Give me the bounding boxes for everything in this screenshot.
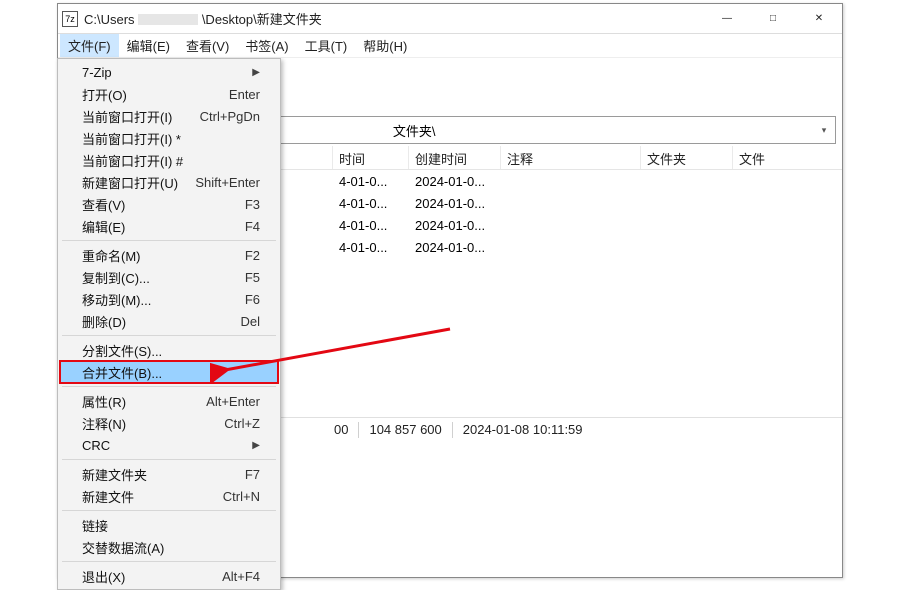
menu-newfile[interactable]: 新建文件 Ctrl+N	[60, 485, 278, 507]
menu-separator	[62, 510, 276, 511]
title-path-prefix: C:\Users	[84, 12, 135, 27]
col-modified[interactable]: 时间	[333, 146, 409, 169]
menu-separator	[62, 386, 276, 387]
menu-copyto[interactable]: 复制到(C)... F5	[60, 266, 278, 288]
cell-mod: 4-01-0...	[333, 218, 409, 233]
col-created[interactable]: 创建时间	[409, 146, 501, 169]
menu-edit[interactable]: 编辑(E)	[119, 34, 178, 57]
path-dropdown-button[interactable]: ▾	[815, 119, 833, 141]
menu-properties[interactable]: 属性(R) Alt+Enter	[60, 390, 278, 412]
menu-open-new[interactable]: 新建窗口打开(U) Shift+Enter	[60, 171, 278, 193]
menu-open-here-hash[interactable]: 当前窗口打开(I) #	[60, 149, 278, 171]
cell-create: 2024-01-0...	[409, 240, 501, 255]
menu-view[interactable]: 查看(V)	[178, 34, 237, 57]
menu-exit[interactable]: 退出(X) Alt+F4	[60, 565, 278, 587]
menu-open-here-star[interactable]: 当前窗口打开(I) *	[60, 127, 278, 149]
menu-comment[interactable]: 注释(N) Ctrl+Z	[60, 412, 278, 434]
cell-create: 2024-01-0...	[409, 196, 501, 211]
menu-separator	[62, 335, 276, 336]
cell-create: 2024-01-0...	[409, 218, 501, 233]
col-comment[interactable]: 注释	[501, 146, 641, 169]
app-icon: 7z	[62, 11, 78, 27]
menu-merge[interactable]: 合并文件(B)...	[60, 361, 278, 383]
window-title: C:\Users \Desktop\新建文件夹	[84, 9, 704, 28]
menu-help[interactable]: 帮助(H)	[355, 34, 415, 57]
menu-open[interactable]: 打开(O) Enter	[60, 83, 278, 105]
minimize-button[interactable]: ―	[704, 4, 750, 33]
status-seg-2: 104 857 600	[359, 422, 451, 437]
path-suffix: 文件夹\	[393, 121, 436, 140]
menu-separator	[62, 561, 276, 562]
menu-edit-item[interactable]: 编辑(E) F4	[60, 215, 278, 237]
window-buttons: ― □ ✕	[704, 4, 842, 33]
menu-rename[interactable]: 重命名(M) F2	[60, 244, 278, 266]
menu-bookmark[interactable]: 书签(A)	[237, 34, 296, 57]
chevron-down-icon: ▾	[822, 125, 827, 136]
menu-crc[interactable]: CRC ▶	[60, 434, 278, 456]
col-folder[interactable]: 文件夹	[641, 146, 733, 169]
status-seg-1: 00	[324, 422, 358, 437]
menu-file[interactable]: 文件(F)	[60, 34, 119, 57]
maximize-button[interactable]: □	[750, 4, 796, 33]
submenu-arrow-icon: ▶	[252, 440, 260, 451]
menu-delete[interactable]: 删除(D) Del	[60, 310, 278, 332]
title-bar: 7z C:\Users \Desktop\新建文件夹 ― □ ✕	[58, 4, 842, 34]
col-file[interactable]: 文件	[733, 146, 803, 169]
status-seg-3: 2024-01-08 10:11:59	[453, 422, 593, 437]
menu-altstream[interactable]: 交替数据流(A)	[60, 536, 278, 558]
cell-mod: 4-01-0...	[333, 196, 409, 211]
file-menu-dropdown: 7-Zip ▶ 打开(O) Enter 当前窗口打开(I) Ctrl+PgDn …	[57, 58, 281, 590]
menu-bar: 文件(F) 编辑(E) 查看(V) 书签(A) 工具(T) 帮助(H)	[58, 34, 842, 58]
menu-tool[interactable]: 工具(T)	[297, 34, 356, 57]
redacted-user	[138, 14, 198, 25]
menu-split[interactable]: 分割文件(S)...	[60, 339, 278, 361]
menu-newfolder[interactable]: 新建文件夹 F7	[60, 463, 278, 485]
menu-view-item[interactable]: 查看(V) F3	[60, 193, 278, 215]
cell-create: 2024-01-0...	[409, 174, 501, 189]
title-path-suffix: \Desktop\新建文件夹	[202, 12, 322, 27]
menu-moveto[interactable]: 移动到(M)... F6	[60, 288, 278, 310]
close-button[interactable]: ✕	[796, 4, 842, 33]
menu-separator	[62, 240, 276, 241]
cell-mod: 4-01-0...	[333, 240, 409, 255]
submenu-arrow-icon: ▶	[252, 67, 260, 78]
menu-open-here[interactable]: 当前窗口打开(I) Ctrl+PgDn	[60, 105, 278, 127]
menu-separator	[62, 459, 276, 460]
menu-7zip[interactable]: 7-Zip ▶	[60, 61, 278, 83]
cell-mod: 4-01-0...	[333, 174, 409, 189]
menu-link[interactable]: 链接	[60, 514, 278, 536]
